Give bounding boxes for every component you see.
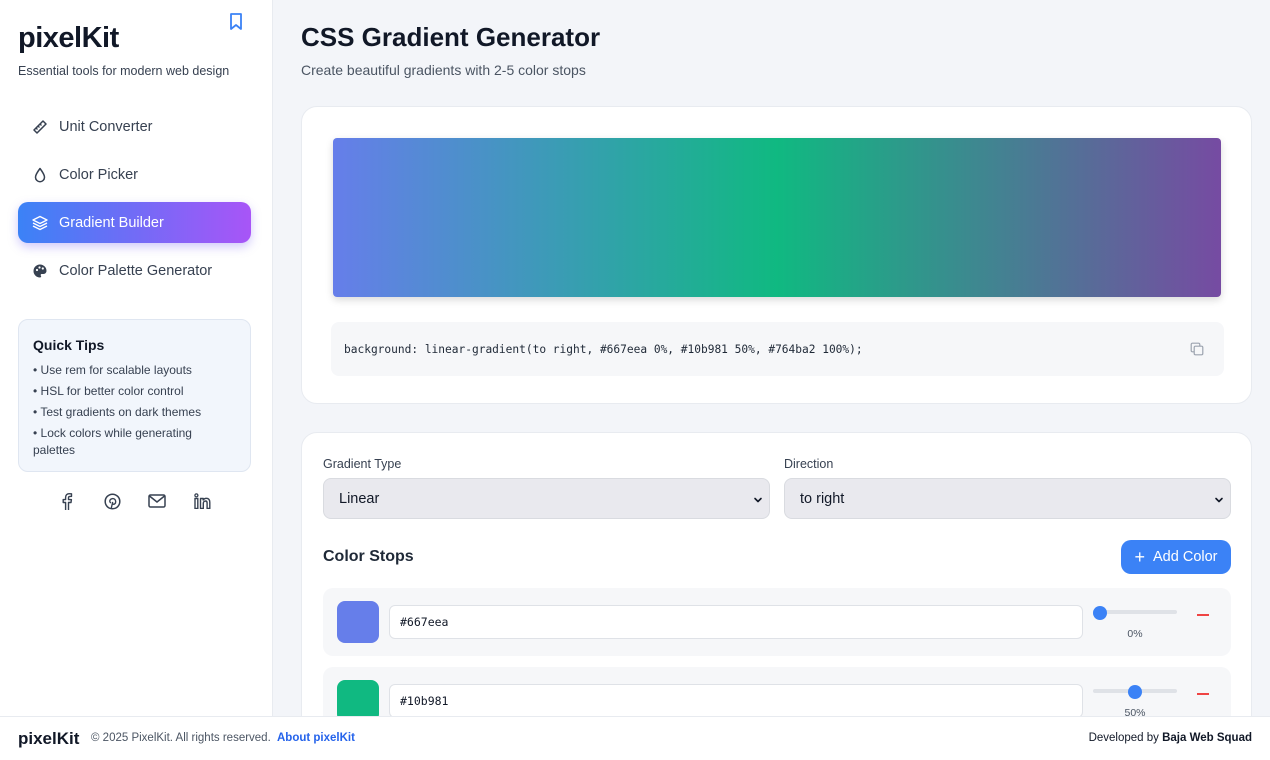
plus-icon: + xyxy=(1134,547,1146,567)
sidebar-item-color-palette-generator[interactable]: Color Palette Generator xyxy=(18,250,251,291)
footer: pixelKit © 2025 PixelKit. All rights res… xyxy=(0,716,1270,760)
about-link[interactable]: About pixelKit xyxy=(277,732,355,744)
footer-copyright: © 2025 PixelKit. All rights reserved. xyxy=(91,732,271,744)
tip-item: • Test gradients on dark themes xyxy=(33,405,202,419)
sidebar-item-label: Unit Converter xyxy=(59,118,153,135)
gradient-type-select[interactable]: Linear xyxy=(323,478,770,519)
developer-prefix: Developed by xyxy=(1088,732,1159,744)
gradient-type-label: Gradient Type xyxy=(323,457,402,471)
brand-logo[interactable]: pixelKit xyxy=(18,22,119,55)
sidebar-item-color-picker[interactable]: Color Picker xyxy=(18,154,251,195)
position-label: 0% xyxy=(1127,628,1143,640)
color-stop-row: #667eea 0% xyxy=(323,588,1231,656)
remove-stop-icon[interactable] xyxy=(1197,614,1209,616)
add-color-button[interactable]: + Add Color xyxy=(1121,540,1231,574)
position-slider[interactable] xyxy=(1093,606,1177,620)
color-swatch[interactable] xyxy=(337,601,379,643)
gradient-type-value: Linear xyxy=(339,490,380,507)
droplet-icon xyxy=(32,167,48,183)
sidebar-item-label: Color Palette Generator xyxy=(59,262,213,279)
footer-brand[interactable]: pixelKit xyxy=(18,729,79,749)
gradient-preview xyxy=(333,138,1221,297)
tip-item: • Use rem for scalable layouts xyxy=(33,363,192,377)
slider-thumb[interactable] xyxy=(1093,606,1107,620)
quick-tips-list: • Use rem for scalable layouts • HSL for… xyxy=(33,362,236,459)
page-title: CSS Gradient Generator xyxy=(301,22,601,52)
position-slider[interactable] xyxy=(1093,685,1177,699)
quick-tips-panel: Quick Tips • Use rem for scalable layout… xyxy=(18,319,251,472)
sidebar-item-unit-converter[interactable]: Unit Converter xyxy=(18,106,251,147)
gradient-preview-card: background: linear-gradient(to right, #6… xyxy=(301,106,1252,404)
linkedin-icon[interactable] xyxy=(193,492,211,510)
sidebar-nav: Unit Converter Color Picker Gradient Bui… xyxy=(18,106,251,298)
social-links xyxy=(58,492,211,510)
pinterest-icon[interactable] xyxy=(103,492,121,510)
direction-select[interactable]: to right xyxy=(784,478,1231,519)
bookmark-icon[interactable] xyxy=(228,12,244,32)
sidebar-item-label: Gradient Builder xyxy=(59,214,164,231)
sidebar: pixelKit Essential tools for modern web … xyxy=(0,0,273,716)
color-stops-title: Color Stops xyxy=(323,548,414,565)
tip-item: • HSL for better color control xyxy=(33,384,184,398)
quick-tips-title: Quick Tips xyxy=(33,337,105,353)
facebook-icon[interactable] xyxy=(58,492,76,510)
css-output-code[interactable]: background: linear-gradient(to right, #6… xyxy=(344,343,863,356)
add-color-label: Add Color xyxy=(1153,549,1218,565)
ruler-icon xyxy=(32,119,48,135)
palette-icon xyxy=(32,263,48,279)
tip-item: • Lock colors while generating palettes xyxy=(33,426,192,457)
hex-input[interactable]: #10b981 xyxy=(389,684,1083,718)
sidebar-item-label: Color Picker xyxy=(59,166,138,183)
slider-thumb[interactable] xyxy=(1128,685,1142,699)
hex-input[interactable]: #667eea xyxy=(389,605,1083,639)
direction-label: Direction xyxy=(784,457,834,471)
tagline: Essential tools for modern web design xyxy=(18,64,230,78)
direction-value: to right xyxy=(800,490,845,507)
page-subtitle: Create beautiful gradients with 2-5 colo… xyxy=(301,62,586,78)
copy-icon[interactable] xyxy=(1190,342,1204,356)
developer-credit: Developed by Baja Web Squad xyxy=(1089,732,1252,744)
chevron-down-icon xyxy=(1214,493,1224,503)
layers-icon xyxy=(32,215,48,231)
remove-stop-icon[interactable] xyxy=(1197,693,1209,695)
developer-name[interactable]: Baja Web Squad xyxy=(1162,732,1252,744)
mail-icon[interactable] xyxy=(148,492,166,510)
css-output-box: background: linear-gradient(to right, #6… xyxy=(331,322,1224,376)
sidebar-item-gradient-builder[interactable]: Gradient Builder xyxy=(18,202,251,243)
gradient-controls-card: Gradient Type Linear Direction to right … xyxy=(301,432,1252,735)
chevron-down-icon xyxy=(753,493,763,503)
